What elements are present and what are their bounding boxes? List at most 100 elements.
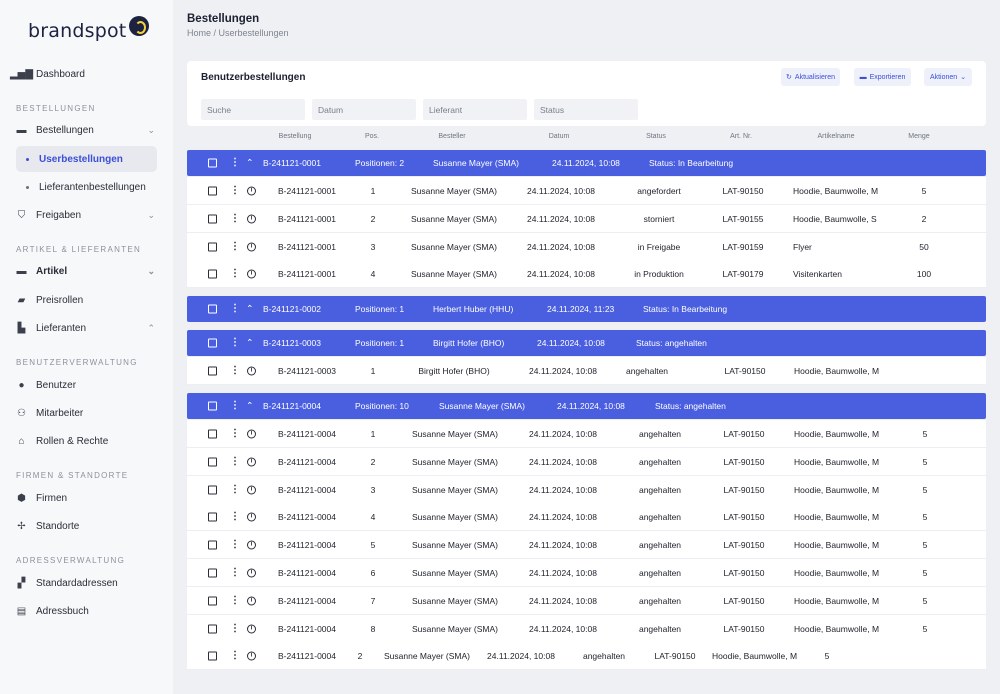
kebab-menu-icon[interactable]: ⋮: [230, 158, 240, 168]
info-icon[interactable]: i: [247, 366, 256, 375]
table-row[interactable]: ⋮ i B-241121-0004 3 Susanne Mayer (SMA) 24.11…: [187, 476, 986, 504]
order-group-row[interactable]: ⋮ ⌃ B-241121-0003 Positionen: 1 Birgitt Hofe…: [187, 330, 986, 356]
kebab-menu-icon[interactable]: ⋮: [230, 268, 240, 279]
sidebar-item-userbestellungen[interactable]: Userbestellungen: [16, 146, 157, 172]
sidebar-item-freigaben[interactable]: ⛉ Freigaben ⌄: [16, 202, 157, 228]
kebab-menu-icon[interactable]: ⋮: [230, 650, 240, 661]
sidebar-item-firmen[interactable]: ⬢ Firmen: [16, 485, 157, 511]
kebab-menu-icon[interactable]: ⋮: [230, 213, 240, 224]
sidebar-item-standorte[interactable]: ✢ Standorte: [16, 513, 157, 539]
kebab-menu-icon[interactable]: ⋮: [230, 456, 240, 467]
status-filter[interactable]: [534, 99, 638, 120]
kebab-menu-icon[interactable]: ⋮: [230, 365, 240, 376]
info-icon[interactable]: i: [247, 512, 256, 521]
kebab-menu-icon[interactable]: ⋮: [230, 511, 240, 522]
table-row[interactable]: ⋮ i B-241121-0001 4 Susanne Mayer (SMA) 24.11…: [187, 260, 986, 288]
row-checkbox[interactable]: [208, 457, 217, 466]
info-icon[interactable]: i: [247, 596, 256, 605]
chevron-up-icon[interactable]: ⌃: [246, 338, 254, 349]
chevron-up-icon[interactable]: ⌃: [246, 304, 254, 315]
row-checkbox[interactable]: [208, 269, 217, 278]
kebab-menu-icon[interactable]: ⋮: [230, 185, 240, 196]
info-icon[interactable]: i: [247, 540, 256, 549]
row-checkbox[interactable]: [208, 401, 217, 411]
column-header-artno[interactable]: Art. Nr.: [730, 133, 752, 140]
info-icon[interactable]: i: [247, 214, 256, 223]
column-header-orderer[interactable]: Besteller: [438, 133, 465, 140]
row-checkbox[interactable]: [208, 624, 217, 633]
kebab-menu-icon[interactable]: ⋮: [230, 241, 240, 252]
info-icon[interactable]: i: [247, 485, 256, 494]
export-button[interactable]: ▬ Exportieren: [854, 68, 911, 86]
kebab-menu-icon[interactable]: ⋮: [230, 428, 240, 439]
table-row[interactable]: ⋮ i B-241121-0003 1 Birgitt Hofer (BHO) 24.11…: [187, 357, 986, 385]
column-header-date[interactable]: Datum: [549, 133, 570, 140]
search-input[interactable]: [201, 99, 305, 120]
column-header-pos[interactable]: Pos.: [365, 133, 379, 140]
table-row[interactable]: ⋮ i B-241121-0004 5 Susanne Mayer (SMA) 24.11…: [187, 531, 986, 559]
row-checkbox[interactable]: [208, 540, 217, 549]
row-checkbox[interactable]: [208, 186, 217, 195]
breadcrumb[interactable]: Home / Userbestellungen: [187, 28, 289, 38]
sidebar-item-bestellungen[interactable]: ▬ Bestellungen ⌄: [16, 117, 157, 143]
row-checkbox[interactable]: [208, 366, 217, 375]
info-icon[interactable]: i: [247, 242, 256, 251]
kebab-menu-icon[interactable]: ⋮: [230, 595, 240, 606]
kebab-menu-icon[interactable]: ⋮: [230, 539, 240, 550]
table-row[interactable]: ⋮ i B-241121-0004 4 Susanne Mayer (SMA) 24.11…: [187, 503, 986, 531]
sidebar-item-rollen[interactable]: ⌂ Rollen & Rechte: [16, 428, 157, 454]
table-row[interactable]: ⋮ i B-241121-0001 2 Susanne Mayer (SMA) 24.11…: [187, 205, 986, 233]
kebab-menu-icon[interactable]: ⋮: [230, 338, 240, 348]
refresh-button[interactable]: ↻ Aktualisieren: [781, 68, 840, 86]
kebab-menu-icon[interactable]: ⋮: [230, 484, 240, 495]
info-icon[interactable]: i: [247, 269, 256, 278]
brand-logo[interactable]: brandspot: [28, 16, 150, 46]
sidebar-item-lieferanten[interactable]: ▙ Lieferanten ⌃: [16, 315, 157, 341]
row-checkbox[interactable]: [208, 596, 217, 605]
sidebar-item-mitarbeiter[interactable]: ⚇ Mitarbeiter: [16, 400, 157, 426]
sidebar-item-standardadressen[interactable]: ▞ Standardadressen: [16, 570, 157, 596]
table-row[interactable]: ⋮ i B-241121-0004 1 Susanne Mayer (SMA) 24.11…: [187, 420, 986, 448]
info-icon[interactable]: i: [247, 624, 256, 633]
actions-dropdown[interactable]: Aktionen ⌄: [924, 68, 972, 86]
date-filter[interactable]: [312, 99, 416, 120]
sidebar-item-lieferantenbestellungen[interactable]: Lieferantenbestellungen: [16, 174, 157, 200]
row-checkbox[interactable]: [208, 512, 217, 521]
order-group-row[interactable]: ⋮ ⌃ B-241121-0001 Positionen: 2 Susanne Maye…: [187, 150, 986, 176]
sidebar-item-adressbuch[interactable]: ▤ Adressbuch: [16, 598, 157, 624]
chevron-up-icon[interactable]: ⌃: [246, 158, 254, 169]
sidebar-item-preisrollen[interactable]: ▰ Preisrollen: [16, 287, 157, 313]
kebab-menu-icon[interactable]: ⋮: [230, 401, 240, 411]
table-row[interactable]: ⋮ i B-241121-0004 2 Susanne Mayer (SMA) 24.11…: [187, 448, 986, 476]
table-row[interactable]: ⋮ i B-241121-0004 2 Susanne Mayer (SMA) 24.11…: [187, 642, 986, 670]
kebab-menu-icon[interactable]: ⋮: [230, 623, 240, 634]
column-header-artname[interactable]: Artikelname: [818, 133, 855, 140]
order-group-row[interactable]: ⋮ ⌃ B-241121-0004 Positionen: 10 Susanne May…: [187, 393, 986, 419]
row-checkbox[interactable]: [208, 485, 217, 494]
column-header-order[interactable]: Bestellung: [279, 133, 312, 140]
sidebar-item-dashboard[interactable]: ▂▅▇ Dashboard: [10, 61, 157, 87]
table-row[interactable]: ⋮ i B-241121-0001 1 Susanne Mayer (SMA) 24.11…: [187, 177, 986, 205]
info-icon[interactable]: i: [247, 651, 256, 660]
table-row[interactable]: ⋮ i B-241121-0001 3 Susanne Mayer (SMA) 24.11…: [187, 233, 986, 261]
table-row[interactable]: ⋮ i B-241121-0004 8 Susanne Mayer (SMA) 24.11…: [187, 615, 986, 643]
kebab-menu-icon[interactable]: ⋮: [230, 304, 240, 314]
sidebar-item-artikel[interactable]: ▬ Artikel ⌄: [16, 258, 157, 284]
info-icon[interactable]: i: [247, 457, 256, 466]
supplier-filter[interactable]: [423, 99, 527, 120]
chevron-up-icon[interactable]: ⌃: [246, 401, 254, 412]
row-checkbox[interactable]: [208, 568, 217, 577]
column-header-qty[interactable]: Menge: [908, 133, 929, 140]
row-checkbox[interactable]: [208, 338, 217, 348]
row-checkbox[interactable]: [208, 214, 217, 223]
row-checkbox[interactable]: [208, 304, 217, 314]
row-checkbox[interactable]: [208, 429, 217, 438]
kebab-menu-icon[interactable]: ⋮: [230, 567, 240, 578]
info-icon[interactable]: i: [247, 568, 256, 577]
table-row[interactable]: ⋮ i B-241121-0004 7 Susanne Mayer (SMA) 24.11…: [187, 587, 986, 615]
info-icon[interactable]: i: [247, 429, 256, 438]
sidebar-item-benutzer[interactable]: ● Benutzer: [16, 372, 157, 398]
info-icon[interactable]: i: [247, 186, 256, 195]
order-group-row[interactable]: ⋮ ⌃ B-241121-0002 Positionen: 1 Herbert Hube…: [187, 296, 986, 322]
table-row[interactable]: ⋮ i B-241121-0004 6 Susanne Mayer (SMA) 24.11…: [187, 559, 986, 587]
